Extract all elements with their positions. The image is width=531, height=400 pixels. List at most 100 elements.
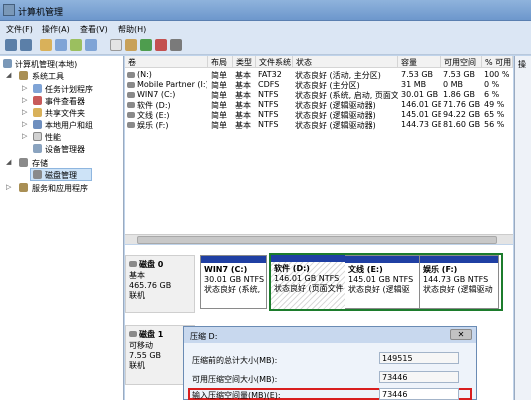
cell-percent-free: 6 % [484, 90, 500, 99]
tree-item-local-users[interactable]: 本地用户和组 [45, 120, 93, 131]
menu-view[interactable]: 查看(V) [80, 24, 108, 35]
cell-volume: 娱乐 (F:) [137, 121, 169, 130]
cell-status: 状态良好 (逻辑驱动器) [295, 121, 376, 130]
partition-d-selected[interactable]: 软件 (D:) 146.01 GB NTFS 状态良好 (页面文件 [269, 253, 348, 311]
connect-icon[interactable] [125, 39, 137, 51]
disk-size: 7.55 GB [129, 351, 162, 360]
horizontal-scrollbar[interactable] [125, 234, 513, 244]
col-header-filesystem[interactable]: 文件系统 [256, 56, 293, 68]
cell-free-space: 1.86 GB [443, 90, 476, 99]
tree-system-tools[interactable]: 系统工具 [32, 71, 64, 82]
check-icon[interactable] [140, 39, 152, 51]
partition-status: 状态良好 (系统, [204, 285, 261, 294]
cell-free-space: 0 MB [443, 80, 464, 89]
table-row[interactable]: 娱乐 (F:) 简单 基本 NTFS 状态良好 (逻辑驱动器) 144.73 GB 81.6… [125, 120, 513, 130]
cell-capacity: 30.01 GB [401, 90, 439, 99]
cell-percent-free: 0 % [484, 80, 500, 89]
cell-filesystem: NTFS [258, 120, 279, 129]
tree-services[interactable]: 服务和应用程序 [32, 183, 88, 194]
properties-icon[interactable] [85, 39, 97, 51]
cell-filesystem: CDFS [258, 80, 280, 89]
cell-free-space: 71.76 GB [443, 100, 481, 109]
menu-bar: 文件(F) 操作(A) 查看(V) 帮助(H) [0, 21, 531, 36]
shrink-amount-input[interactable]: 73446 [379, 388, 459, 400]
col-header-percent-free[interactable]: % 可用 [482, 56, 513, 68]
computer-icon [3, 59, 12, 68]
table-row[interactable]: (N:) 简单 基本 FAT32 状态良好 (活动, 主分区) 7.53 GB 7.53 G… [125, 70, 513, 80]
col-header-status[interactable]: 状态 [293, 56, 398, 68]
volume-icon [127, 72, 135, 78]
disk-type: 基本 [129, 271, 145, 280]
partition-bar [271, 255, 346, 262]
window-title: 计算机管理 [18, 8, 64, 18]
partition-bar [201, 256, 266, 263]
partition-c[interactable]: WIN7 (C:) 30.01 GB NTFS 状态良好 (系统, [200, 255, 267, 309]
forward-icon[interactable] [20, 39, 32, 51]
disk-0-label[interactable]: 磁盘 0 基本 465.76 GB 联机 [125, 255, 195, 313]
toolbar [0, 36, 531, 55]
page-icon[interactable] [110, 39, 122, 51]
delete-icon[interactable] [155, 39, 167, 51]
tree-item-shared-folders[interactable]: 共享文件夹 [45, 108, 85, 119]
expand-icon[interactable]: ▷ [22, 96, 27, 104]
table-row[interactable]: 软件 (D:) 简单 基本 NTFS 状态良好 (逻辑驱动器) 146.01 GB 71.7… [125, 100, 513, 110]
close-icon[interactable]: ✕ [450, 329, 472, 340]
disk-size: 465.76 GB [129, 281, 172, 290]
col-header-layout[interactable]: 布局 [208, 56, 233, 68]
partition-size: 30.01 GB NTFS [204, 275, 265, 284]
partition-name: 软件 (D:) [274, 264, 310, 273]
services-icon [19, 183, 28, 192]
menu-help[interactable]: 帮助(H) [118, 24, 146, 35]
console-tree-icon[interactable] [55, 39, 67, 51]
col-header-capacity[interactable]: 容量 [398, 56, 441, 68]
tree-root[interactable]: 计算机管理(本地) [15, 59, 77, 70]
tree-item-event-viewer[interactable]: 事件查看器 [45, 96, 85, 107]
cell-percent-free: 56 % [484, 120, 505, 129]
disk-icon [129, 331, 137, 337]
table-row[interactable]: WIN7 (C:)简单基本NTFS状态良好 (系统, 启动, 页面文件, 活动,… [125, 90, 513, 100]
available-shrink-value: 73446 [379, 371, 459, 383]
table-row[interactable]: Mobile Partner (I:) 简单 基本 CDFS 状态良好 (主分区) 31 … [125, 80, 513, 90]
title-bar: 计算机管理 [0, 0, 531, 21]
partition-status: 状态良好 (页面文件 [274, 284, 344, 293]
storage-icon [19, 158, 28, 167]
cell-capacity: 145.01 GB [401, 110, 441, 119]
col-header-type[interactable]: 类型 [233, 56, 256, 68]
expand-icon[interactable]: ▷ [22, 132, 27, 140]
disk-status: 联机 [129, 291, 145, 300]
disk-management-icon [33, 170, 42, 179]
disk-icon [129, 261, 137, 267]
collapse-icon[interactable]: ◢ [6, 158, 11, 166]
back-icon[interactable] [5, 39, 17, 51]
available-shrink-label: 可用压缩空间大小(MB): [192, 375, 278, 384]
console-tree: 计算机管理(本地) ◢ 系统工具 ▷ 任务计划程序 ▷ 事件查看器 ▷ 共享文件… [0, 56, 124, 400]
volume-icon [127, 112, 135, 118]
table-row[interactable]: 文线 (E:) 简单 基本 NTFS 状态良好 (逻辑驱动器) 145.01 GB 94.2… [125, 110, 513, 120]
cell-free-space: 7.53 GB [443, 70, 476, 79]
expand-icon[interactable]: ▷ [22, 120, 27, 128]
col-header-free-space[interactable]: 可用空间 [441, 56, 482, 68]
partition-name: WIN7 (C:) [204, 265, 248, 274]
disk-icon[interactable] [170, 39, 182, 51]
tree-item-device-manager[interactable]: 设备管理器 [45, 144, 85, 155]
menu-action[interactable]: 操作(A) [42, 24, 70, 35]
tree-item-task-scheduler[interactable]: 任务计划程序 [45, 84, 93, 95]
menu-file[interactable]: 文件(F) [6, 24, 33, 35]
expand-icon[interactable]: ▷ [6, 183, 11, 191]
folder-up-icon[interactable] [40, 39, 52, 51]
scrollbar-thumb[interactable] [137, 236, 497, 244]
actions-pane: 操 [514, 56, 531, 400]
tree-item-disk-management[interactable]: 磁盘管理 [45, 170, 77, 181]
total-size-label: 压缩前的总计大小(MB): [192, 356, 278, 365]
col-header-volume[interactable]: 卷 [125, 56, 208, 68]
tree-item-performance[interactable]: 性能 [45, 132, 61, 143]
cell-percent-free: 49 % [484, 100, 505, 109]
expand-icon[interactable]: ▷ [22, 108, 27, 116]
partition-info: WIN7 (C:) 30.01 GB NTFS 状态良好 (系统, [201, 263, 266, 297]
total-size-value: 149515 [379, 352, 459, 364]
refresh-icon[interactable] [70, 39, 82, 51]
expand-icon[interactable]: ▷ [22, 84, 27, 92]
cell-percent-free: 65 % [484, 110, 505, 119]
collapse-icon[interactable]: ◢ [6, 71, 11, 79]
volume-list: 卷 布局 类型 文件系统 状态 容量 可用空间 % 可用 (N:) 简单 基本 FAT… [125, 56, 513, 234]
